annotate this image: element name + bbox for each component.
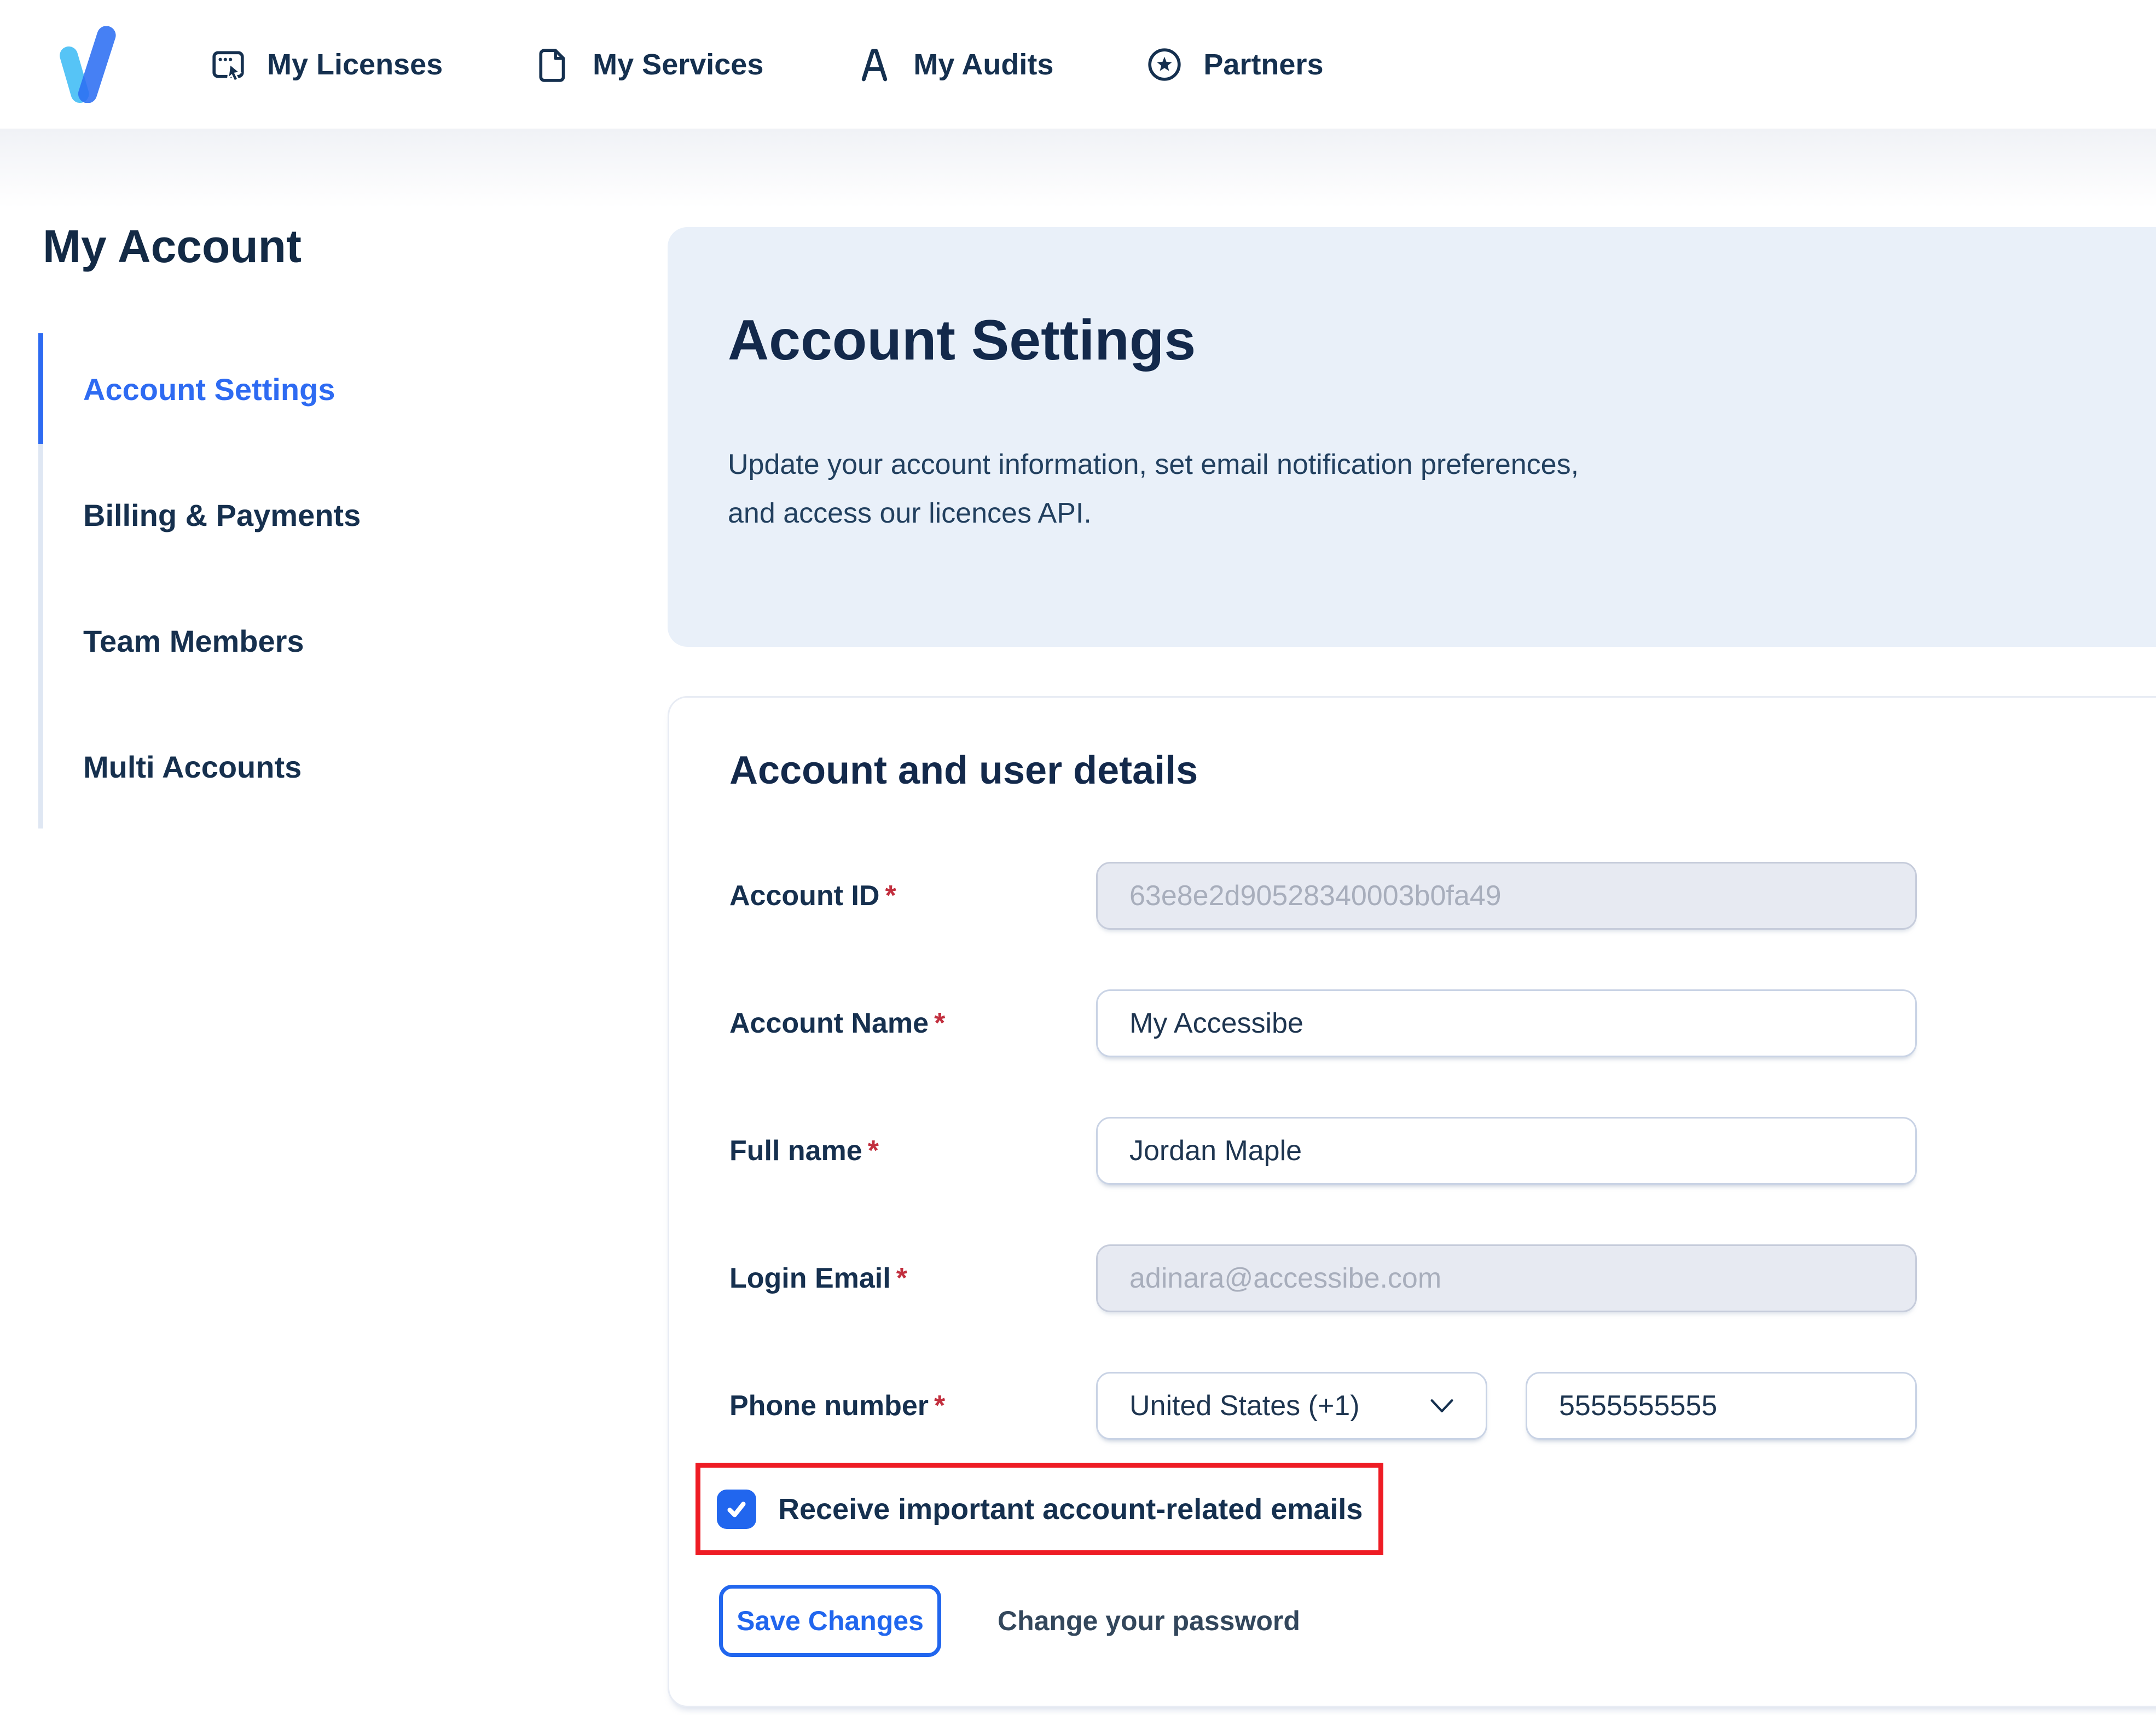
login-email-field: adinara@accessibe.com <box>1096 1244 1917 1312</box>
field-label: Account ID * <box>729 880 896 912</box>
sidebar-item-multi-accounts[interactable]: Multi Accounts <box>83 704 361 830</box>
form-row-full-name: Full name * <box>669 1117 2156 1185</box>
nav-item-my-services[interactable]: My Services <box>536 47 763 83</box>
email-optin-checkbox[interactable] <box>717 1489 756 1529</box>
check-icon <box>727 1501 746 1517</box>
required-asterisk: * <box>934 1390 946 1422</box>
form-row-phone: Phone number * United States (+1) <box>669 1372 2156 1440</box>
email-optin-label: Receive important account-related emails <box>778 1492 1363 1526</box>
required-asterisk: * <box>885 880 896 912</box>
form-row-login-email: Login Email * adinara@accessibe.com <box>669 1244 2156 1312</box>
licenses-icon <box>212 51 244 83</box>
nav-item-label: My Audits <box>913 48 1054 81</box>
chevron-down-icon <box>1430 1399 1453 1412</box>
section-title: Account and user details <box>729 749 1198 792</box>
field-label: Full name * <box>729 1135 879 1167</box>
field-label: Login Email * <box>729 1262 907 1294</box>
nav-item-label: My Licenses <box>267 48 443 81</box>
required-asterisk: * <box>896 1262 907 1294</box>
sidebar-menu: Account Settings Billing & Payments Team… <box>83 326 361 830</box>
phone-number-input[interactable] <box>1526 1372 1917 1440</box>
sidebar-active-indicator <box>38 333 43 444</box>
required-asterisk: * <box>934 1007 946 1039</box>
sidebar-title: My Account <box>43 221 302 272</box>
sidebar-item-team-members[interactable]: Team Members <box>83 578 361 704</box>
navbar-shadow <box>0 129 2156 208</box>
nav-item-my-audits[interactable]: My Audits <box>856 47 1053 83</box>
nav-item-label: My Services <box>593 48 764 81</box>
form-row-account-id: Account ID * 63e8e2d90528340003b0fa49 <box>669 862 2156 930</box>
country-code-value: United States (+1) <box>1129 1390 1360 1422</box>
page-description-line2: and access our licences API. <box>728 497 1092 529</box>
form-row-account-name: Account Name * <box>669 989 2156 1057</box>
nav-menu: My Licenses My Services My Audits Partne… <box>210 0 1324 129</box>
save-changes-button[interactable]: Save Changes <box>719 1585 941 1657</box>
nav-item-label: Partners <box>1203 48 1324 81</box>
account-name-input[interactable] <box>1096 989 1917 1057</box>
top-navbar: My Licenses My Services My Audits Partne… <box>0 0 2156 129</box>
audits-icon <box>862 49 888 81</box>
full-name-input[interactable] <box>1096 1117 1917 1185</box>
services-icon <box>539 48 565 82</box>
sidebar-item-billing-payments[interactable]: Billing & Payments <box>83 452 361 578</box>
nav-item-partners[interactable]: Partners <box>1146 47 1324 83</box>
change-password-link[interactable]: Change your password <box>998 1585 1300 1657</box>
account-settings-page: My Licenses My Services My Audits Partne… <box>0 0 2156 1715</box>
sidebar-item-account-settings[interactable]: Account Settings <box>83 326 361 452</box>
required-asterisk: * <box>867 1135 879 1167</box>
account-details-card: Account and user details Account ID * 63e… <box>668 696 2156 1707</box>
field-label: Account Name * <box>729 1007 946 1039</box>
country-code-select[interactable]: United States (+1) <box>1096 1372 1487 1440</box>
account-id-field: 63e8e2d90528340003b0fa49 <box>1096 862 1917 930</box>
page-title: Account Settings <box>728 309 1196 372</box>
field-label: Phone number * <box>729 1390 946 1422</box>
red-annotation-box: Receive important account-related emails <box>696 1463 1383 1555</box>
page-description: Update your account information, set ema… <box>728 441 1579 538</box>
brand-logo-icon[interactable] <box>47 26 126 103</box>
partners-icon <box>1148 48 1181 81</box>
page-header-card: Account Settings Update your account inf… <box>668 227 2156 647</box>
nav-item-my-licenses[interactable]: My Licenses <box>210 47 443 83</box>
page-description-line1: Update your account information, set ema… <box>728 449 1579 480</box>
